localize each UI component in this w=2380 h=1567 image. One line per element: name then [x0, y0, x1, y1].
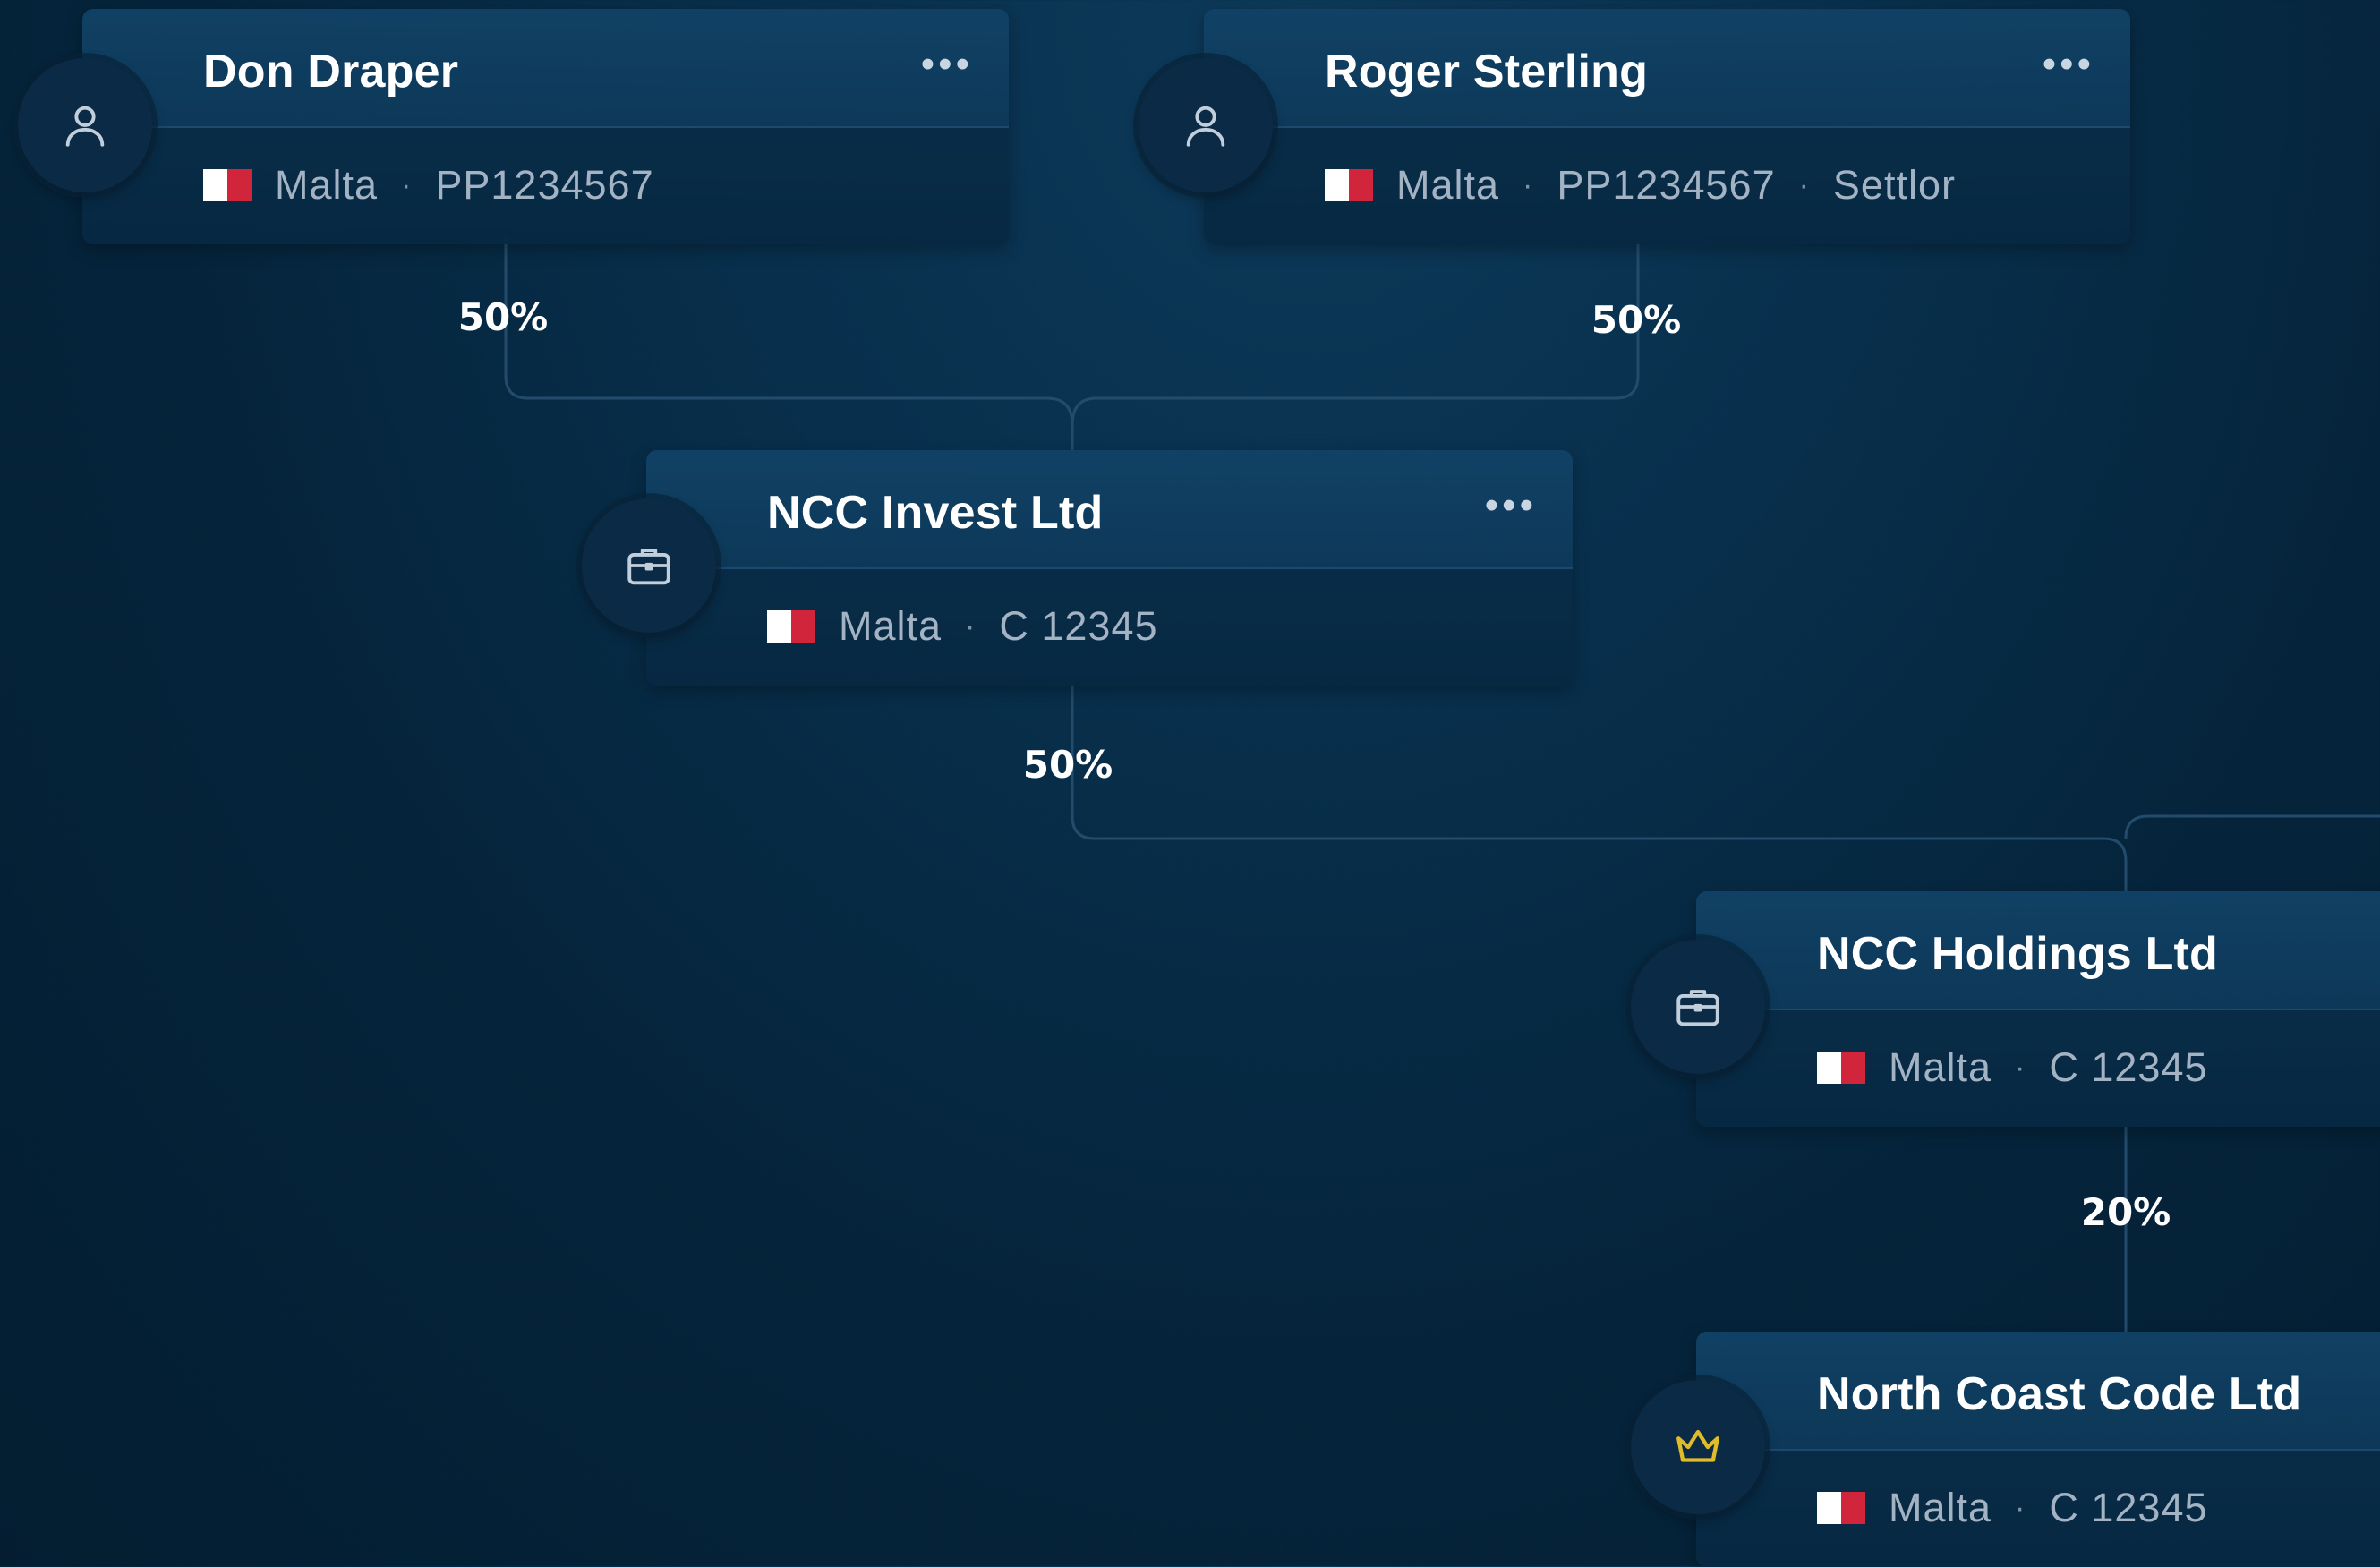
ownership-percent-label: 50% [457, 295, 549, 339]
entity-avatar [1139, 58, 1273, 192]
entity-card-header: Don Draper ••• [82, 9, 1009, 128]
entity-reference: PP1234567 [435, 162, 654, 208]
entity-reference: C 12345 [999, 603, 1158, 649]
entity-meta: Malta · PP1234567 · Settlor [1325, 162, 1956, 209]
briefcase-icon [1672, 981, 1724, 1033]
entity-reference: C 12345 [2049, 1485, 2208, 1530]
entity-reference: PP1234567 [1557, 162, 1776, 208]
entity-card-don-draper[interactable]: Don Draper ••• Malta · PP1234567 [82, 9, 1009, 244]
entity-card-details: Malta · C 12345 [1696, 1010, 2380, 1127]
entity-card-header: NCC Holdings Ltd [1696, 891, 2380, 1010]
malta-flag-icon [1817, 1492, 1865, 1524]
entity-country: Malta [1889, 1485, 1992, 1530]
entity-meta: Malta · C 12345 [1817, 1485, 2208, 1531]
entity-card-header: NCC Invest Ltd ••• [646, 450, 1573, 569]
meta-separator: · [401, 167, 413, 202]
briefcase-icon [623, 540, 675, 592]
entity-card-details: Malta · C 12345 [1696, 1451, 2380, 1567]
person-icon [59, 99, 111, 151]
ownership-connector [1071, 680, 2380, 891]
entity-country: Malta [839, 603, 943, 649]
meta-separator: · [2015, 1490, 2026, 1525]
entity-card-roger-sterling[interactable]: Roger Sterling ••• Malta · PP1234567 · Settlor [1204, 9, 2130, 244]
entity-card-north-coast-code[interactable]: North Coast Code Ltd Malta · C 12345 [1696, 1332, 2380, 1567]
malta-flag-icon [767, 610, 815, 643]
entity-country: Malta [1889, 1044, 1992, 1090]
person-icon [1180, 99, 1232, 151]
entity-card-ncc-holdings[interactable]: NCC Holdings Ltd Malta · C 12345 [1696, 891, 2380, 1127]
entity-avatar [1631, 1380, 1765, 1514]
entity-role: Settlor [1832, 162, 1956, 208]
entity-name: NCC Invest Ltd [767, 487, 1104, 539]
malta-flag-icon [1325, 169, 1373, 201]
entity-avatar [18, 58, 152, 192]
entity-reference: C 12345 [2049, 1044, 2208, 1090]
entity-card-ncc-invest[interactable]: NCC Invest Ltd ••• Malta · C 12345 [646, 450, 1573, 686]
entity-avatar [582, 498, 716, 633]
malta-flag-icon [1817, 1052, 1865, 1084]
entity-name: Roger Sterling [1325, 46, 1649, 98]
entity-card-details: Malta · PP1234567 · Settlor [1204, 128, 2130, 244]
ownership-connector [1071, 237, 1640, 450]
entity-meta: Malta · C 12345 [767, 603, 1158, 650]
entity-name: Don Draper [203, 46, 459, 98]
malta-flag-icon [203, 169, 252, 201]
entity-name: North Coast Code Ltd [1817, 1368, 2302, 1420]
meta-separator: · [2015, 1050, 2026, 1085]
entity-card-header: Roger Sterling ••• [1204, 9, 2130, 128]
entity-country: Malta [1396, 162, 1500, 208]
meta-separator: · [965, 609, 977, 643]
meta-separator: · [1523, 167, 1534, 202]
more-options-icon[interactable]: ••• [1485, 486, 1537, 525]
entity-meta: Malta · C 12345 [1817, 1044, 2208, 1091]
crown-icon [1672, 1421, 1724, 1473]
ownership-connector [504, 237, 1074, 450]
ownership-percent-label: 50% [1022, 743, 1113, 787]
entity-country: Malta [275, 162, 379, 208]
ownership-diagram: 50% 50% 50% 20% Don Draper ••• Malta · PP1234567… [0, 0, 2380, 1567]
entity-card-details: Malta · C 12345 [646, 569, 1573, 686]
entity-name: NCC Holdings Ltd [1817, 928, 2219, 980]
entity-avatar [1631, 940, 1765, 1074]
more-options-icon[interactable]: ••• [2043, 45, 2094, 84]
ownership-percent-label: 50% [1591, 298, 1682, 342]
more-options-icon[interactable]: ••• [921, 45, 973, 84]
entity-meta: Malta · PP1234567 [203, 162, 654, 209]
meta-separator: · [1798, 167, 1810, 202]
entity-card-details: Malta · PP1234567 [82, 128, 1009, 244]
entity-card-header: North Coast Code Ltd [1696, 1332, 2380, 1451]
ownership-percent-label: 20% [2080, 1190, 2171, 1234]
